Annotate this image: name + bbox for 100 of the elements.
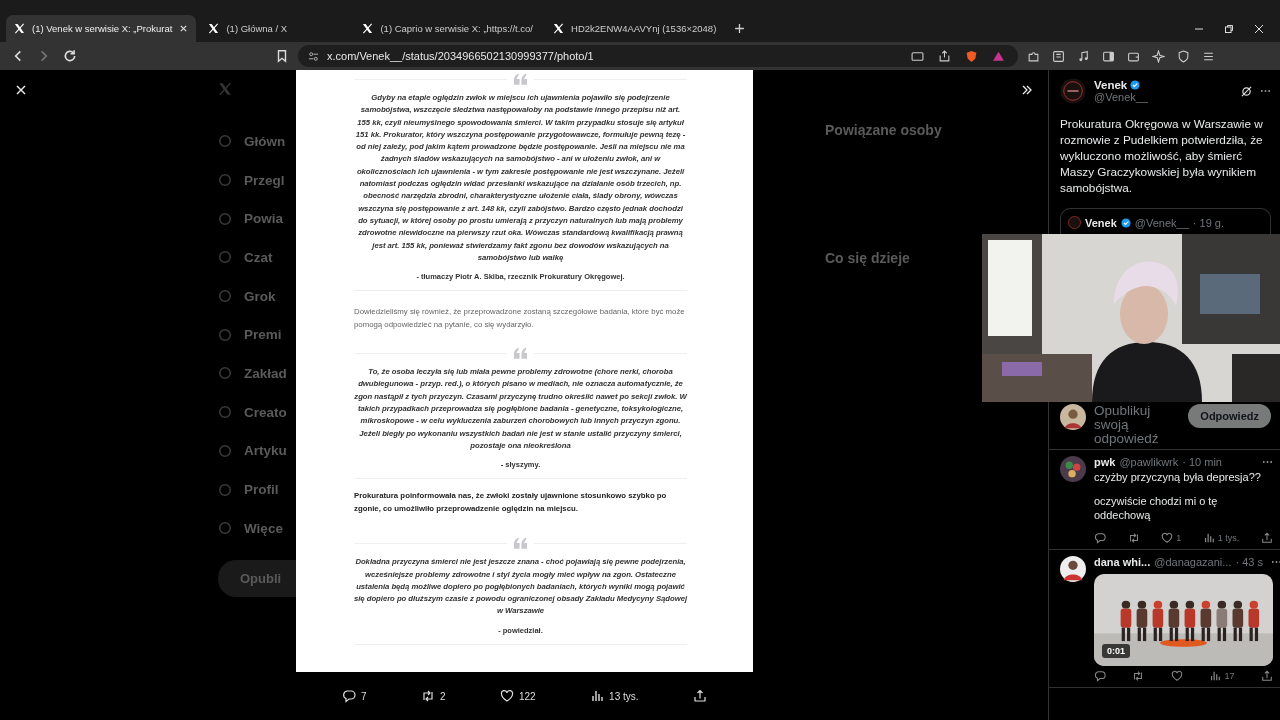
browser-tab[interactable]: (1) Główna / X (200, 15, 351, 42)
section-heading: Co się dzieje (825, 250, 911, 266)
close-icon[interactable] (1254, 23, 1264, 34)
author-name[interactable]: pwk (1094, 456, 1116, 468)
nav-label[interactable]: Grok (244, 288, 276, 304)
site-settings-icon[interactable] (308, 50, 319, 62)
nav-label[interactable]: Creato (244, 404, 287, 420)
reply-icon (1094, 532, 1106, 544)
quote-mark-icon (513, 347, 528, 360)
restore-icon[interactable] (1224, 23, 1234, 34)
nav-label[interactable]: Zakład (244, 365, 287, 381)
screen-icon[interactable] (911, 49, 924, 63)
circle-icon (218, 134, 232, 149)
author-handle[interactable]: @pawlikwrk (1119, 456, 1179, 468)
x-logo-icon (208, 23, 220, 34)
views-icon (590, 689, 605, 703)
expand-icon[interactable] (1021, 84, 1033, 96)
circle-icon (218, 366, 232, 381)
quote-mark-icon (513, 73, 528, 85)
share-icon[interactable] (938, 49, 951, 63)
browser-tab[interactable]: HD2k2ENW4AAVYnj (1536×2048) (545, 15, 725, 42)
x-logo-icon (362, 23, 374, 34)
post-action[interactable]: 13 tys. (590, 689, 639, 703)
post-action[interactable] (1260, 670, 1273, 682)
avatar (1060, 404, 1086, 430)
post-action[interactable] (1094, 670, 1106, 682)
sidebar-icon[interactable] (1102, 49, 1115, 63)
nav-label[interactable]: Czat (244, 249, 273, 265)
verified-badge-icon (1120, 217, 1131, 228)
reload-icon[interactable] (63, 49, 77, 63)
triangle-icon[interactable] (992, 49, 1005, 63)
x-logo-icon (14, 23, 25, 34)
avatar[interactable] (1060, 556, 1086, 582)
post-action[interactable] (1170, 670, 1183, 682)
heart-icon (499, 689, 514, 703)
slashed-circle-icon[interactable] (1241, 85, 1252, 97)
sparkle-icon[interactable] (1152, 49, 1165, 63)
nav-label[interactable]: Premi (244, 327, 282, 343)
circle-icon (218, 250, 232, 265)
circle-icon (218, 327, 232, 342)
author-handle[interactable]: @Venek__ (1094, 91, 1233, 103)
nav-label[interactable]: Powia (244, 211, 283, 227)
heart-icon (1170, 670, 1183, 682)
share-icon (1260, 532, 1273, 544)
shield-icon[interactable] (965, 49, 978, 63)
post-action[interactable]: 2 (421, 689, 446, 703)
post-action[interactable] (1127, 532, 1140, 544)
music-note-icon[interactable] (1077, 49, 1090, 63)
nav-label[interactable]: Artyku (244, 443, 287, 459)
post-action[interactable]: 1 (1161, 532, 1182, 544)
avatar[interactable] (1060, 456, 1086, 482)
post-action[interactable]: 122 (499, 689, 536, 703)
post-button[interactable]: Opubli (218, 559, 296, 597)
more-icon[interactable] (1262, 460, 1273, 464)
share-icon (1260, 670, 1273, 682)
close-icon[interactable] (179, 24, 189, 33)
post-action[interactable]: 1 tys. (1202, 532, 1240, 544)
post-action[interactable] (692, 689, 707, 703)
author-name[interactable]: dana whi... (1094, 556, 1151, 568)
circle-icon (218, 173, 232, 188)
nav-label[interactable]: Główn (244, 133, 286, 149)
panel-icon[interactable] (1052, 49, 1065, 63)
new-tab-icon[interactable] (734, 23, 746, 34)
circle-icon (218, 521, 232, 536)
video-duration: 0:01 (1102, 644, 1130, 658)
more-icon[interactable] (1260, 89, 1271, 93)
share-icon (692, 689, 707, 703)
nav-label[interactable]: Profil (244, 482, 279, 498)
nav-label[interactable]: Więce (244, 520, 283, 536)
author-handle: @Venek__ (1134, 216, 1189, 229)
browser-tab[interactable]: (1) Caprio w serwisie X: „https://t.co/ (354, 15, 541, 42)
browser-tab[interactable]: (1) Venek w serwisie X: „Prokurat (6, 15, 197, 42)
author-handle[interactable]: @danagazani... (1154, 556, 1232, 568)
nav-label[interactable]: Przegl (244, 172, 285, 188)
repost-icon (1127, 532, 1140, 544)
section-heading: Powiązane osoby (825, 122, 943, 138)
avatar (1068, 216, 1081, 229)
bookmark-icon[interactable] (275, 49, 289, 63)
quote-mark-icon (513, 537, 528, 550)
post-text: Prokuratura Okręgowa w Warszawie w rozmowie z Pudelkiem potwierdziła, że wykluczono możliwość, aby śmierć Maszy Graczykowskiej była wynikiem samobójstwa. (1060, 116, 1264, 196)
post-action[interactable]: 7 (342, 689, 367, 703)
reply-icon (1094, 670, 1106, 682)
author-name[interactable]: Venek (1094, 79, 1128, 91)
close-icon[interactable] (15, 84, 27, 96)
puzzle-icon[interactable] (1027, 49, 1040, 63)
reply-button[interactable]: Odpowiedz (1188, 404, 1271, 428)
views-icon (1202, 532, 1215, 544)
circle-icon (218, 289, 232, 304)
post-action[interactable] (1260, 532, 1273, 544)
heart-icon (1161, 532, 1174, 544)
post-time: · 10 min (1182, 456, 1222, 468)
reply-field[interactable]: Opublikuj swoją odpowiedź (1094, 404, 1181, 446)
url-field[interactable]: x.com/Venek__/status/2034966502130999377/photo/1 (298, 45, 1018, 67)
more-icon[interactable] (1271, 560, 1280, 564)
author-name: Venek (1085, 216, 1117, 229)
post-action[interactable] (1094, 532, 1106, 544)
shield-icon[interactable] (1177, 49, 1190, 63)
post-action[interactable] (1132, 670, 1145, 682)
post-action[interactable]: 17 (1209, 670, 1235, 682)
circle-icon (218, 211, 232, 226)
